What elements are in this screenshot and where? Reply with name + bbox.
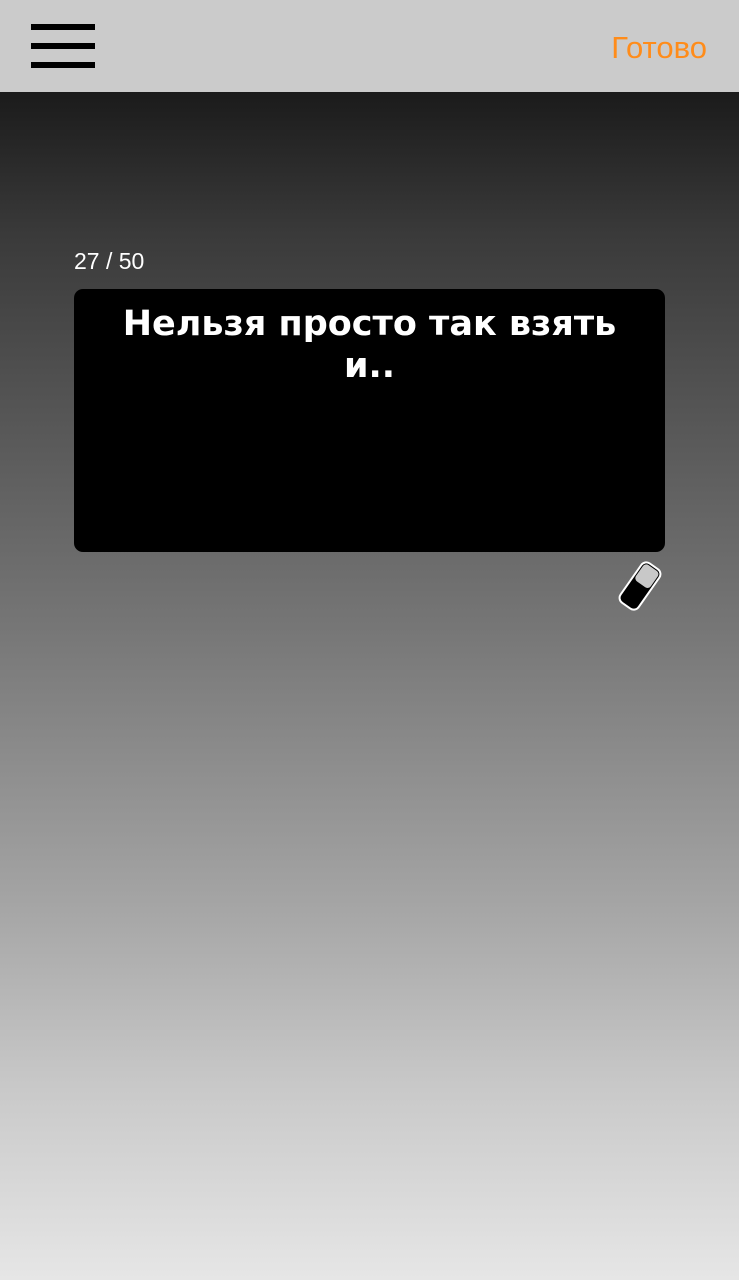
text-input[interactable]: Нельзя просто так взять и.. (102, 303, 637, 387)
eraser-icon-graphic (618, 561, 662, 611)
menu-icon-bar-top (31, 24, 95, 30)
top-bar: Готово (0, 0, 739, 92)
editor-canvas: 27 / 50 Нельзя просто так взять и.. (0, 92, 739, 1280)
menu-icon-bar-middle (31, 43, 95, 49)
character-counter: 27 / 50 (74, 248, 145, 274)
text-card[interactable]: Нельзя просто так взять и.. (74, 289, 665, 552)
eraser-icon[interactable] (612, 558, 668, 614)
done-button[interactable]: Готово (611, 28, 707, 68)
menu-icon[interactable] (31, 24, 95, 70)
menu-icon-bar-bottom (31, 62, 95, 68)
